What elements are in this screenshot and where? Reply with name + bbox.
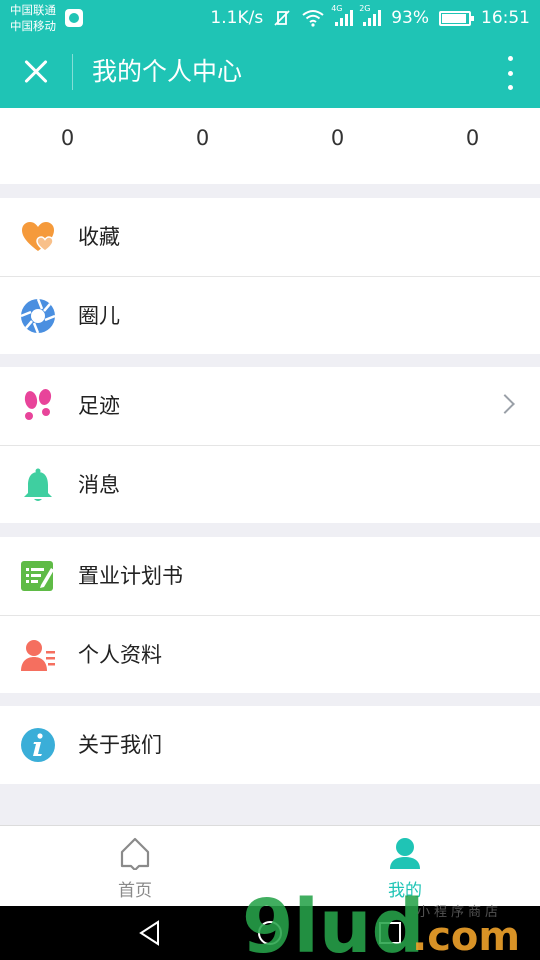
back-triangle-icon[interactable] [137,920,163,946]
menu-item-footprints[interactable]: 足迹 [0,367,540,445]
menu-item-messages[interactable]: 消息 [0,445,540,523]
footprints-icon [24,389,52,420]
menu-group-2: 足迹 消息 [0,367,540,523]
watermark-brand: 9lud [242,890,425,960]
carrier-2: 中国移动 [10,19,56,33]
page-title: 我的个人中心 [92,57,243,86]
app-notification-icon [65,9,83,27]
carrier-info: 中国联通 中国移动 [10,2,56,34]
watermark-domain: .com [412,914,520,960]
menu-item-label: 个人资料 [78,643,162,667]
heart-icon [22,222,54,252]
site-watermark-logo: 9lud .com 小程序商店 [242,890,520,960]
menu-group-3: 置业计划书 个人资料 [0,537,540,693]
menu-group-1: 收藏 圈儿 [0,198,540,354]
stat-4[interactable]: 0 [405,108,540,184]
user-icon [390,838,420,869]
battery-percent: 93% [391,8,429,28]
title-divider [72,54,73,90]
tab-home[interactable]: 首页 [0,826,270,906]
menu-item-label: 收藏 [78,225,120,249]
home-icon [120,837,150,870]
menu-item-label: 关于我们 [78,733,162,757]
menu-item-label: 置业计划书 [78,564,183,588]
clock: 16:51 [481,8,530,28]
menu-item-label: 消息 [78,473,120,497]
more-vertical-icon[interactable] [504,56,516,90]
network-speed: 1.1K/s [210,8,264,28]
no-vibrate-icon [274,10,290,26]
status-indicators: 1.1K/s 4G 2G 93% 16:51 [210,0,530,36]
bell-icon [24,468,52,501]
signal-2g-icon: 2G [359,4,382,26]
carrier-1: 中国联通 [10,3,56,17]
menu-item-circle[interactable]: 圈儿 [0,276,540,354]
wifi-icon [302,10,324,27]
stats-row: 0 0 0 0 [0,108,540,184]
signal-4g-icon: 4G [331,4,354,26]
close-icon[interactable] [18,54,54,90]
status-bar: 中国联通 中国移动 1.1K/s 4G 2G 93% 16:51 [0,0,540,36]
stat-3[interactable]: 0 [270,108,405,184]
plan-document-icon [21,561,54,591]
menu-item-plan[interactable]: 置业计划书 [0,537,540,615]
menu-item-profile[interactable]: 个人资料 [0,615,540,693]
battery-icon [439,10,474,26]
menu-item-favorites[interactable]: 收藏 [0,198,540,276]
aperture-icon [20,298,56,334]
stat-1[interactable]: 0 [0,108,135,184]
title-bar: 我的个人中心 [0,36,540,108]
menu-item-about[interactable]: 关于我们 [0,706,540,784]
menu-item-label: 圈儿 [78,304,120,328]
chevron-right-icon [495,394,515,414]
profile-icon [21,640,55,671]
info-icon [21,728,55,762]
stat-2[interactable]: 0 [135,108,270,184]
watermark-tagline: 小程序商店 [417,905,502,920]
menu-item-label: 足迹 [78,394,120,418]
tab-home-label: 首页 [118,881,152,901]
menu-group-4: 关于我们 [0,706,540,784]
